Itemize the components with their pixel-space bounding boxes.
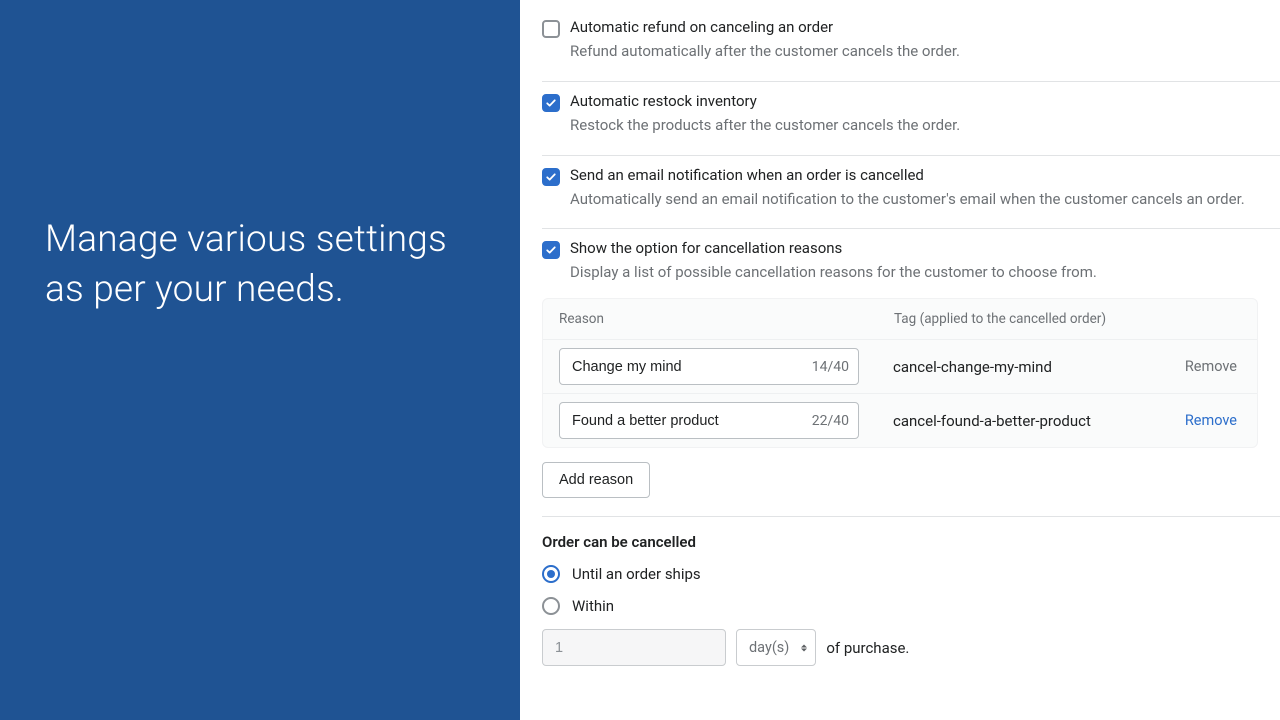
- check-icon: [545, 244, 557, 256]
- select-caret-icon: [801, 644, 807, 651]
- radio-until-ships[interactable]: [542, 565, 560, 583]
- setting-desc: Automatically send an email notification…: [570, 189, 1260, 211]
- cancellation-reasons-block: Reason Tag (applied to the cancelled ord…: [542, 298, 1258, 498]
- reason-row: 14/40 cancel-change-my-mind Remove: [543, 339, 1257, 393]
- check-icon: [545, 97, 557, 109]
- cancel-window-heading: Order can be cancelled: [542, 533, 1280, 551]
- sidebar-headline: Manage various settings as per your need…: [45, 215, 475, 315]
- setting-checkbox[interactable]: [542, 94, 560, 112]
- setting-checkbox[interactable]: [542, 241, 560, 259]
- setting-checkbox[interactable]: [542, 20, 560, 38]
- reason-tag: cancel-found-a-better-product: [859, 412, 1171, 430]
- within-suffix: of purchase.: [826, 639, 909, 657]
- setting-title: Automatic restock inventory: [570, 92, 1260, 110]
- setting-row: Automatic refund on canceling an order R…: [542, 8, 1280, 82]
- within-unit-label: day(s): [749, 639, 789, 656]
- setting-desc: Restock the products after the customer …: [570, 115, 1260, 137]
- cancel-window-section: Order can be cancelled Until an order sh…: [542, 517, 1280, 666]
- radio-within-label: Within: [572, 597, 614, 615]
- within-number-input[interactable]: [542, 629, 726, 666]
- setting-title: Show the option for cancellation reasons: [570, 239, 1260, 257]
- marketing-sidebar: Manage various settings as per your need…: [0, 0, 520, 720]
- settings-panel: Automatic refund on canceling an order R…: [520, 0, 1280, 720]
- within-unit-select[interactable]: day(s): [736, 629, 816, 666]
- setting-title: Automatic refund on canceling an order: [570, 18, 1260, 36]
- remove-reason-link[interactable]: Remove: [1171, 412, 1241, 429]
- reasons-header-reason: Reason: [559, 311, 894, 327]
- radio-within[interactable]: [542, 597, 560, 615]
- setting-title: Send an email notification when an order…: [570, 166, 1260, 184]
- reason-tag: cancel-change-my-mind: [859, 358, 1171, 376]
- reason-row: 22/40 cancel-found-a-better-product Remo…: [543, 393, 1257, 447]
- remove-reason-link[interactable]: Remove: [1171, 358, 1241, 375]
- setting-row: Automatic restock inventory Restock the …: [542, 82, 1280, 156]
- radio-until-ships-label: Until an order ships: [572, 565, 701, 583]
- add-reason-button[interactable]: Add reason: [542, 462, 650, 498]
- setting-desc: Display a list of possible cancellation …: [570, 262, 1260, 284]
- reason-char-count: 14/40: [812, 359, 849, 375]
- reasons-header-tag: Tag (applied to the cancelled order): [894, 311, 1171, 327]
- setting-checkbox[interactable]: [542, 168, 560, 186]
- check-icon: [545, 171, 557, 183]
- reasons-table: Reason Tag (applied to the cancelled ord…: [542, 298, 1258, 448]
- setting-desc: Refund automatically after the customer …: [570, 41, 1260, 63]
- setting-row: Show the option for cancellation reasons…: [542, 229, 1280, 294]
- reason-char-count: 22/40: [812, 413, 849, 429]
- setting-row: Send an email notification when an order…: [542, 156, 1280, 230]
